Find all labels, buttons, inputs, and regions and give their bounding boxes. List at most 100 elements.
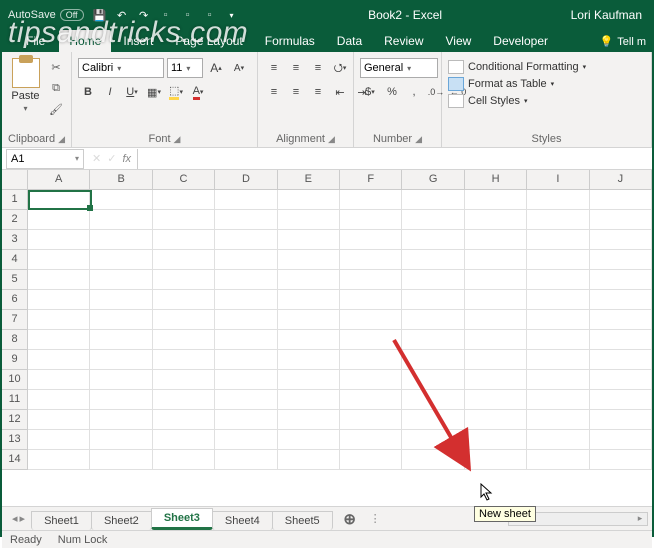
cell[interactable] [402,370,464,390]
cell[interactable] [590,210,652,230]
cell[interactable] [340,210,402,230]
cell[interactable] [590,270,652,290]
cell[interactable] [527,290,589,310]
cell[interactable] [402,430,464,450]
cell[interactable] [590,430,652,450]
col-header[interactable]: C [153,170,215,189]
cell[interactable] [465,210,527,230]
cell[interactable] [153,450,215,470]
increase-font-icon[interactable]: A▴ [206,58,226,78]
column-headers[interactable]: ABCDEFGHIJ [28,170,652,190]
dialog-launcher-icon[interactable]: ◢ [328,134,335,145]
cell[interactable] [153,370,215,390]
cell[interactable] [278,310,340,330]
cell[interactable] [527,230,589,250]
prev-sheet-icon[interactable]: ◂ [12,512,18,525]
cell[interactable] [90,450,152,470]
dialog-launcher-icon[interactable]: ◢ [174,134,181,145]
cell[interactable] [340,410,402,430]
qat-icon[interactable]: ▫ [202,7,218,23]
name-box[interactable]: A1▾ [6,149,84,169]
select-all-corner[interactable] [2,170,28,190]
row-header[interactable]: 14 [2,450,27,470]
row-header[interactable]: 3 [2,230,27,250]
cell[interactable] [90,430,152,450]
cell[interactable] [278,230,340,250]
row-header[interactable]: 9 [2,350,27,370]
cell[interactable] [340,390,402,410]
cell[interactable] [215,190,277,210]
col-header[interactable]: A [28,170,90,189]
col-header[interactable]: F [340,170,402,189]
cell[interactable] [215,310,277,330]
cell[interactable] [215,270,277,290]
cell[interactable] [28,450,90,470]
cell[interactable] [28,210,90,230]
align-right-icon[interactable]: ≡ [308,82,328,102]
col-header[interactable]: G [402,170,464,189]
cell[interactable] [402,350,464,370]
cell[interactable] [28,310,90,330]
cell[interactable] [90,290,152,310]
cell[interactable] [465,350,527,370]
row-header[interactable]: 8 [2,330,27,350]
row-header[interactable]: 2 [2,210,27,230]
cell[interactable] [340,190,402,210]
row-header[interactable]: 10 [2,370,27,390]
cell[interactable] [153,290,215,310]
sheet-tab-sheet5[interactable]: Sheet5 [272,511,333,530]
cell[interactable] [590,310,652,330]
cancel-formula-icon[interactable]: ✕ [92,152,101,165]
cell[interactable] [90,210,152,230]
paste-button[interactable]: Paste ▾ [8,58,43,113]
tab-page-layout[interactable]: Page Layout [165,30,252,52]
cell[interactable] [215,450,277,470]
row-header[interactable]: 11 [2,390,27,410]
cell[interactable] [28,230,90,250]
cell[interactable] [590,190,652,210]
cell[interactable] [465,430,527,450]
cell[interactable] [28,250,90,270]
cell[interactable] [153,330,215,350]
sheet-tab-sheet4[interactable]: Sheet4 [212,511,273,530]
cell[interactable] [527,350,589,370]
sheet-tab-sheet3[interactable]: Sheet3 [151,508,213,530]
cell[interactable] [590,370,652,390]
cell[interactable] [340,370,402,390]
cell[interactable] [465,270,527,290]
cell[interactable] [278,210,340,230]
row-header[interactable]: 1 [2,190,27,210]
spreadsheet-grid[interactable]: ABCDEFGHIJ 1234567891011121314 [2,170,652,506]
qat-dropdown-icon[interactable]: ▾ [224,7,240,23]
cell[interactable] [402,410,464,430]
row-header[interactable]: 13 [2,430,27,450]
cell[interactable] [215,390,277,410]
cell[interactable] [153,270,215,290]
tab-view[interactable]: View [436,30,482,52]
cell[interactable] [340,450,402,470]
row-headers[interactable]: 1234567891011121314 [2,190,28,470]
cell[interactable] [402,270,464,290]
bold-button[interactable]: B [78,82,98,102]
tab-home[interactable]: Home [59,30,111,52]
cell[interactable] [402,290,464,310]
cell[interactable] [402,190,464,210]
cell[interactable] [340,270,402,290]
tab-formulas[interactable]: Formulas [255,30,325,52]
cell[interactable] [90,410,152,430]
cell[interactable] [590,350,652,370]
borders-button[interactable]: ▦▾ [144,82,164,102]
decrease-indent-icon[interactable]: ⇤ [330,82,350,102]
cell[interactable] [465,330,527,350]
cell[interactable] [90,390,152,410]
cell[interactable] [465,190,527,210]
cell[interactable] [90,350,152,370]
cell[interactable] [90,270,152,290]
cell[interactable] [153,350,215,370]
qat-icon[interactable]: ▫ [158,7,174,23]
row-header[interactable]: 6 [2,290,27,310]
cell[interactable] [590,250,652,270]
cell[interactable] [590,390,652,410]
cell[interactable] [90,330,152,350]
cell[interactable] [153,410,215,430]
